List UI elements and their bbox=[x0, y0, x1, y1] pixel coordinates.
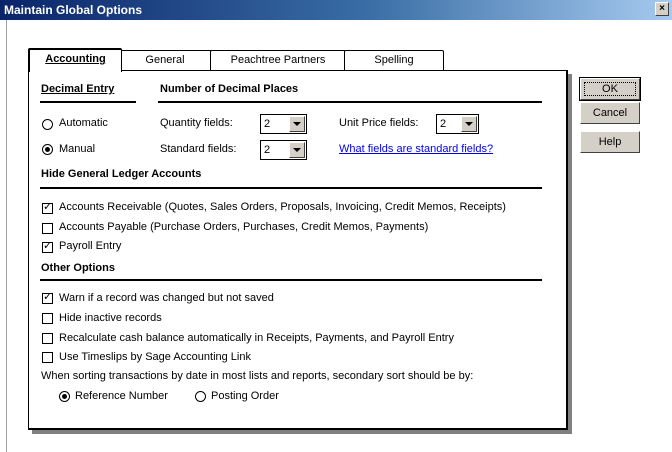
hide-inactive-checkbox[interactable] bbox=[42, 313, 53, 324]
automatic-label: Automatic bbox=[59, 117, 108, 129]
quantity-fields-label: Quantity fields: bbox=[160, 117, 233, 129]
recalculate-cash-label: Recalculate cash balance automatically i… bbox=[59, 332, 454, 344]
standard-fields-select[interactable]: 2 bbox=[260, 140, 307, 160]
unit-price-fields-label: Unit Price fields: bbox=[339, 117, 419, 129]
manual-radio[interactable] bbox=[42, 144, 53, 155]
check-icon: ✓ bbox=[43, 201, 53, 213]
cancel-label: Cancel bbox=[592, 107, 628, 119]
decimal-entry-header: Decimal Entry bbox=[41, 83, 115, 95]
timeslips-label: Use Timeslips by Sage Accounting Link bbox=[59, 351, 251, 363]
decimal-places-header: Number of Decimal Places bbox=[160, 83, 299, 95]
hide-gl-header: Hide General Ledger Accounts bbox=[41, 168, 202, 180]
warn-unsaved-label: Warn if a record was changed but not sav… bbox=[59, 292, 274, 304]
ok-label: OK bbox=[584, 82, 636, 96]
unit-price-fields-select[interactable]: 2 bbox=[436, 114, 479, 134]
chevron-down-icon[interactable] bbox=[289, 116, 305, 132]
check-icon: ✓ bbox=[43, 240, 53, 252]
quantity-fields-select[interactable]: 2 bbox=[260, 114, 307, 134]
accounts-payable-checkbox[interactable] bbox=[42, 223, 53, 234]
cancel-button[interactable]: Cancel bbox=[580, 102, 640, 124]
select-value: 2 bbox=[264, 144, 271, 156]
window-title: Maintain Global Options bbox=[4, 3, 142, 17]
accounts-receivable-checkbox[interactable]: ✓ bbox=[42, 201, 53, 214]
radio-selected-dot bbox=[62, 394, 67, 399]
divider bbox=[40, 101, 136, 103]
divider bbox=[158, 101, 542, 103]
close-icon: × bbox=[659, 3, 665, 14]
standard-fields-help-link[interactable]: What fields are standard fields? bbox=[339, 143, 493, 155]
tab-peachtree-partners[interactable]: Peachtree Partners bbox=[210, 50, 346, 70]
tab-label: Accounting bbox=[45, 53, 106, 65]
accounts-payable-label: Accounts Payable (Purchase Orders, Purch… bbox=[59, 221, 429, 233]
select-value: 2 bbox=[440, 118, 447, 130]
help-label: Help bbox=[598, 136, 622, 148]
select-value: 2 bbox=[264, 118, 271, 130]
posting-order-radio[interactable] bbox=[195, 391, 206, 402]
sort-description: When sorting transactions by date in mos… bbox=[41, 370, 474, 382]
divider bbox=[40, 187, 542, 189]
help-button[interactable]: Help bbox=[580, 131, 640, 153]
chevron-down-icon[interactable] bbox=[289, 142, 305, 158]
accounts-receivable-label: Accounts Receivable (Quotes, Sales Order… bbox=[59, 201, 506, 213]
standard-fields-label: Standard fields: bbox=[160, 143, 237, 155]
recalculate-cash-checkbox[interactable] bbox=[42, 333, 53, 344]
tab-general[interactable]: General bbox=[118, 50, 212, 70]
other-options-header: Other Options bbox=[41, 262, 115, 274]
manual-label: Manual bbox=[59, 143, 96, 155]
ok-button[interactable]: OK bbox=[579, 77, 641, 101]
payroll-entry-checkbox[interactable]: ✓ bbox=[42, 240, 53, 253]
tab-label: Peachtree Partners bbox=[230, 54, 326, 66]
radio-selected-dot bbox=[45, 147, 50, 152]
tab-accounting[interactable]: Accounting bbox=[28, 48, 122, 72]
payroll-entry-label: Payroll Entry bbox=[59, 240, 122, 252]
divider bbox=[40, 279, 542, 281]
tab-spelling[interactable]: Spelling bbox=[344, 50, 444, 70]
close-button[interactable]: × bbox=[655, 2, 669, 16]
warn-unsaved-checkbox[interactable]: ✓ bbox=[42, 291, 53, 304]
timeslips-checkbox[interactable] bbox=[42, 352, 53, 363]
tab-label: Spelling bbox=[374, 54, 414, 66]
reference-number-radio[interactable] bbox=[59, 391, 70, 402]
reference-number-label: Reference Number bbox=[75, 390, 168, 402]
posting-order-label: Posting Order bbox=[211, 390, 279, 402]
hide-inactive-label: Hide inactive records bbox=[59, 312, 162, 324]
check-icon: ✓ bbox=[43, 291, 53, 303]
tab-label: General bbox=[145, 54, 185, 66]
chevron-down-icon[interactable] bbox=[461, 116, 477, 132]
automatic-radio[interactable] bbox=[42, 119, 53, 130]
